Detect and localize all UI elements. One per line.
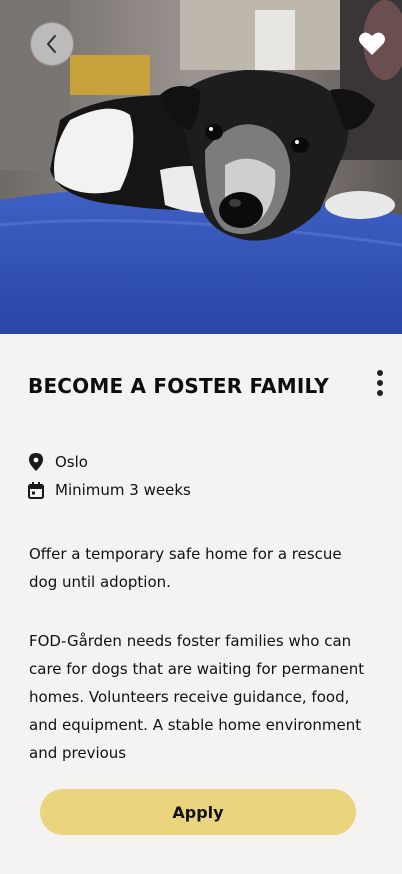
back-button[interactable] [30, 22, 74, 66]
vertical-dots-icon [377, 370, 383, 376]
duration-text: Minimum 3 weeks [55, 481, 191, 499]
intro-text: Offer a temporary safe home for a rescue… [29, 545, 342, 591]
favorite-button[interactable] [357, 29, 387, 57]
location-text: Oslo [55, 453, 88, 471]
page-title: BECOME A FOSTER FAMILY [28, 374, 329, 398]
chevron-left-icon [47, 35, 56, 53]
location-row: Oslo [28, 453, 88, 471]
apply-button[interactable]: Apply [40, 789, 356, 835]
listing-details: BECOME A FOSTER FAMILY Oslo Minimum 3 we… [0, 334, 402, 874]
map-pin-icon [28, 453, 44, 471]
hero-image [0, 0, 402, 334]
description-text: FOD-Gården needs foster families who can… [29, 632, 365, 762]
more-options-button[interactable] [368, 368, 392, 398]
heart-icon [359, 32, 385, 55]
calendar-icon [28, 481, 44, 499]
duration-row: Minimum 3 weeks [28, 481, 191, 499]
